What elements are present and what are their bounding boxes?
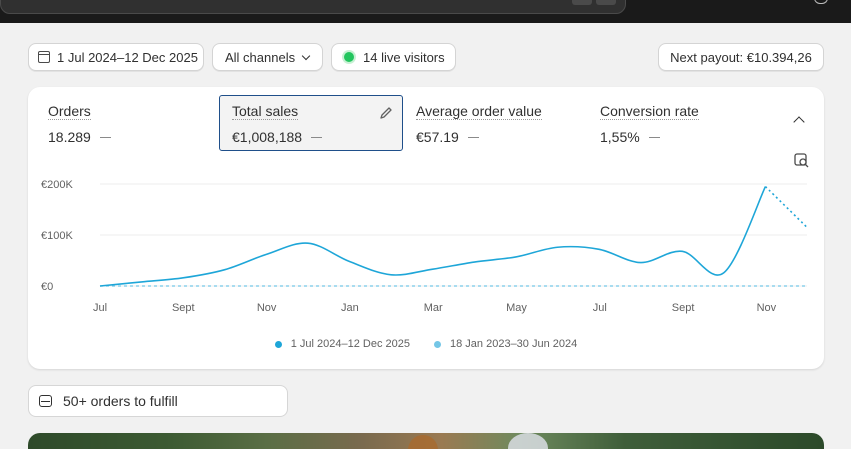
metric-value: 18.289: [48, 129, 91, 145]
analytics-card: Orders 18.289 Total sales €1,008,188 Ave…: [28, 87, 824, 369]
banner-cloud: [508, 433, 548, 449]
series-line-current: [99, 186, 767, 287]
date-range-label: 1 Jul 2024–12 Dec 2025: [57, 49, 198, 65]
fulfill-label: 50+ orders to fulfill: [63, 393, 178, 409]
payout-button[interactable]: Next payout: €10.394,26: [658, 43, 824, 71]
metric-value: €1,008,188: [232, 129, 303, 145]
legend-dot: [274, 340, 282, 348]
y-tick-label: €0: [41, 281, 53, 293]
metric-orders[interactable]: Orders 18.289: [36, 95, 216, 151]
payout-label: Next payout: €10.394,26: [670, 49, 812, 65]
calendar-icon: [38, 51, 50, 63]
live-visitors-label: 14 live visitors: [363, 49, 445, 65]
legend-label: 18 Jan 2023–30 Jun 2024: [450, 338, 578, 350]
search-bar[interactable]: [0, 0, 626, 14]
metric-label: Average order value: [416, 103, 542, 120]
sales-chart: €0 €100K €200K Jul Sept Nov Jan Mar May Jul Sept No…: [41, 179, 808, 314]
trend-dash: [648, 136, 660, 138]
legend-item-current: 1 Jul 2024–12 Dec 2025: [274, 338, 411, 350]
series-line-current-projection: [764, 185, 808, 228]
x-tick-label: Jan: [341, 302, 359, 314]
channel-selector[interactable]: All channels: [212, 43, 323, 71]
chevron-down-icon: [301, 51, 311, 60]
y-tick-label: €100K: [41, 230, 73, 242]
x-tick-label: Nov: [257, 302, 277, 314]
live-status-dot: [344, 52, 354, 62]
trend-dash: [311, 136, 323, 138]
pencil-icon[interactable]: [379, 106, 393, 120]
date-range-picker[interactable]: 1 Jul 2024–12 Dec 2025: [28, 43, 204, 71]
metric-label: Conversion rate: [600, 103, 699, 120]
metric-conversion-rate[interactable]: Conversion rate 1,55%: [588, 95, 768, 151]
inbox-icon: [39, 395, 52, 407]
metric-label: Orders: [48, 103, 91, 120]
x-tick-label: Jul: [93, 302, 107, 314]
live-visitors-button[interactable]: 14 live visitors: [331, 43, 456, 71]
chart-legend: 1 Jul 2024–12 Dec 2025 18 Jan 2023–30 Ju…: [28, 338, 824, 350]
x-tick-label: Sept: [172, 302, 195, 314]
metric-label: Total sales: [232, 103, 299, 120]
metric-average-order-value[interactable]: Average order value €57.19: [404, 95, 584, 151]
chevron-up-icon[interactable]: [793, 116, 805, 128]
metric-value: 1,55%: [600, 129, 640, 145]
orders-to-fulfill-button[interactable]: 50+ orders to fulfill: [28, 385, 288, 417]
chart-search-icon[interactable]: [794, 153, 809, 168]
x-tick-label: May: [506, 302, 527, 314]
shortcut-key: [572, 0, 592, 5]
y-tick-label: €200K: [41, 179, 73, 191]
x-tick-label: Mar: [424, 302, 443, 314]
legend-label: 1 Jul 2024–12 Dec 2025: [290, 338, 411, 350]
x-tick-label: Nov: [757, 302, 777, 314]
channel-label: All channels: [225, 49, 296, 65]
legend-dot: [434, 340, 442, 348]
promo-banner-image: [28, 433, 824, 449]
metric-value: €57.19: [416, 129, 459, 145]
notification-icon[interactable]: [814, 0, 828, 4]
metric-total-sales[interactable]: Total sales €1,008,188: [219, 95, 403, 151]
x-tick-label: Sept: [672, 302, 695, 314]
x-tick-label: Jul: [593, 302, 607, 314]
trend-dash: [99, 136, 111, 138]
shortcut-key: [596, 0, 616, 5]
legend-item-previous: 18 Jan 2023–30 Jun 2024: [434, 338, 577, 350]
banner-figure: [408, 435, 438, 449]
trend-dash: [467, 136, 479, 138]
top-bar: [0, 0, 851, 23]
